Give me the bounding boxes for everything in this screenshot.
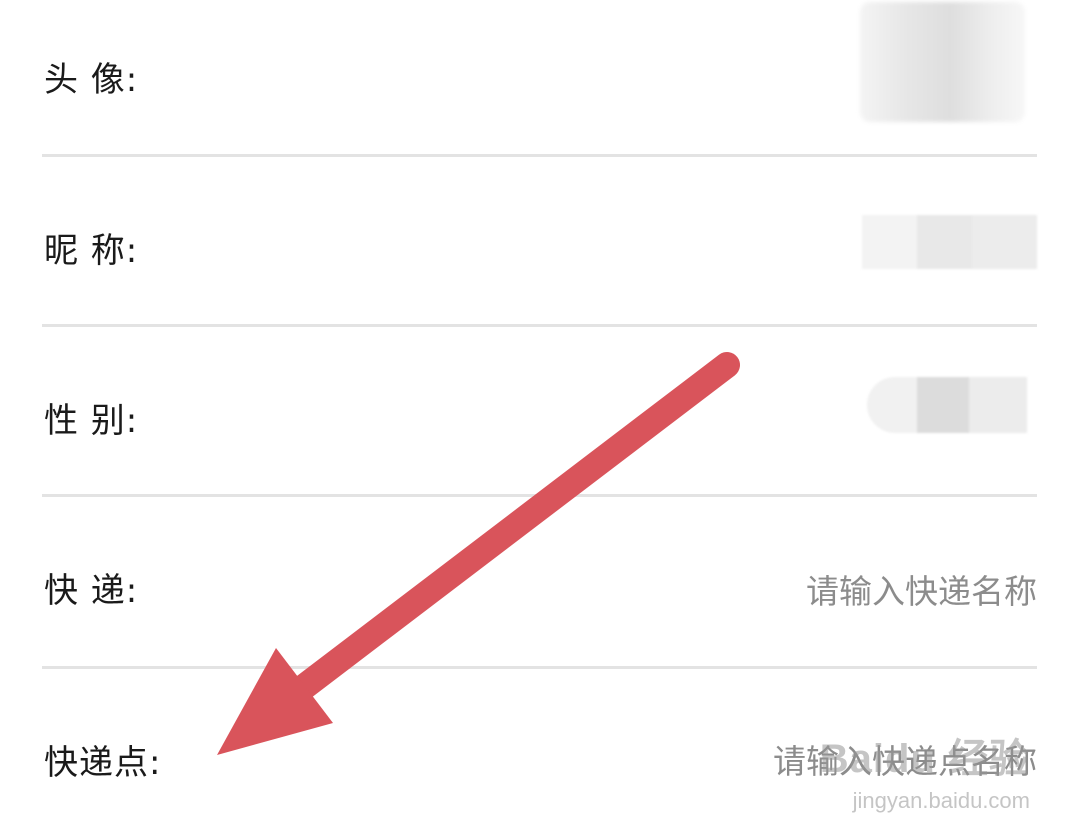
gender-row[interactable]: 性 别: [42, 327, 1037, 497]
watermark-url: jingyan.baidu.com [852, 788, 1030, 813]
gender-label: 性 别: [44, 401, 139, 441]
avatar-label: 头 像: [44, 60, 139, 100]
courier-row[interactable]: 快 递: 请输入快递名称 [42, 497, 1037, 669]
courier-input[interactable]: 请输入快递名称 [806, 565, 1037, 613]
nickname-row[interactable]: 昵 称: [42, 157, 1037, 327]
watermark: Baidu 经验 jingyan.baidu.com [820, 726, 1030, 814]
courier-label: 快 递: [44, 571, 139, 611]
avatar-image-blurred[interactable] [860, 2, 1025, 122]
avatar-row[interactable]: 头 像: [42, 0, 1037, 157]
gender-value-blurred [867, 377, 1027, 433]
nickname-label: 昵 称: [44, 231, 139, 271]
watermark-brand: Baidu 经验 [819, 737, 1030, 781]
courier-point-label: 快递点: [44, 743, 162, 783]
nickname-value-blurred [862, 215, 1037, 269]
profile-edit-screen: 头 像: 昵 称: 性 别: 快 递: 请输入快递名称 快递点: 请输入快递点名… [0, 0, 1080, 836]
